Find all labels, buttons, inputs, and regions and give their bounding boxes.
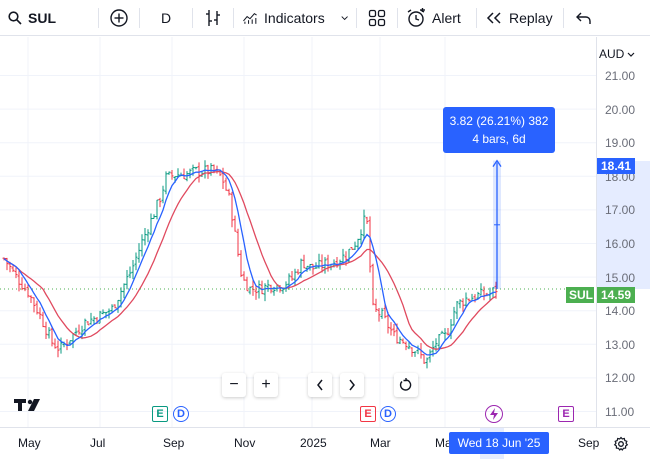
measure-change: 3.82 (26.21%) 382 — [449, 114, 549, 128]
measure-tooltip: 3.82 (26.21%) 382 4 bars, 6d — [443, 107, 555, 153]
alert-button[interactable]: Alert — [398, 0, 476, 36]
bars-chart-icon — [206, 9, 220, 26]
indicators-button[interactable]: Indicators — [234, 0, 356, 36]
plus-circle-icon — [110, 8, 128, 27]
currency-selector[interactable]: AUD — [599, 47, 635, 61]
chevron-down-icon — [627, 52, 635, 57]
fast-moving-average-line — [3, 169, 497, 356]
price-tick-label: 15.00 — [605, 270, 636, 285]
reset-chart-button[interactable] — [394, 373, 418, 397]
alarm-clock-icon — [407, 7, 425, 27]
price-plot[interactable]: 3.82 (26.21%) 382 4 bars, 6d SUL − + E D… — [0, 37, 596, 427]
currency-label: AUD — [599, 47, 625, 61]
price-tick-label: 12.00 — [605, 371, 636, 386]
tradingview-logo — [14, 399, 40, 411]
price-tick-label: 14.00 — [605, 304, 636, 319]
slow-moving-average-line — [3, 170, 497, 350]
replay-button[interactable]: Replay — [477, 0, 563, 36]
interval-label: D — [160, 9, 172, 26]
indicators-icon — [243, 12, 257, 24]
dividend-event-marker[interactable]: D — [173, 406, 189, 422]
price-axis[interactable]: AUD 21.00 20.00 19.00 18.00 17.00 16.00 15.00 1… — [596, 37, 650, 427]
time-tick-label: May — [18, 436, 41, 450]
reset-icon — [399, 378, 412, 391]
symbol-price-label: SUL — [566, 287, 594, 303]
time-tick-label: Jul — [90, 436, 106, 450]
plus-icon: + — [261, 376, 271, 393]
time-axis[interactable]: May Jul Sep Nov 2025 Mar Ma Sep Wed 18 Jun '25 — [0, 427, 650, 459]
time-tick-label: Mar — [370, 436, 391, 450]
crosshair-date-label: Wed 18 Jun '25 — [449, 432, 549, 454]
undo-button[interactable] — [564, 0, 604, 36]
search-icon — [8, 10, 22, 25]
scroll-left-button[interactable] — [308, 373, 332, 397]
undo-icon — [576, 12, 591, 24]
rewind-icon — [486, 11, 501, 24]
price-tick-label: 17.00 — [605, 203, 636, 218]
minus-icon: − — [229, 376, 239, 393]
future-earnings-marker[interactable]: E — [558, 406, 574, 422]
chart-area[interactable]: 3.82 (26.21%) 382 4 bars, 6d SUL − + E D… — [0, 37, 650, 459]
chevron-right-icon — [349, 379, 355, 391]
indicators-label: Indicators — [264, 9, 325, 26]
layout-button[interactable] — [357, 0, 397, 36]
lightning-icon — [490, 408, 498, 420]
symbol-name: SUL — [28, 9, 56, 26]
last-price-tag: 14.59 — [597, 287, 635, 303]
price-tick-label: 11.00 — [605, 405, 635, 419]
price-chart-svg[interactable] — [0, 37, 596, 427]
time-tick-label: Sep — [163, 436, 185, 450]
chart-settings-button[interactable] — [610, 433, 632, 455]
chevron-left-icon — [317, 379, 323, 391]
zoom-out-button[interactable]: − — [222, 373, 246, 397]
split-event-marker[interactable] — [485, 405, 503, 423]
time-tick-label: 2025 — [300, 436, 327, 450]
interval-button[interactable]: D — [140, 0, 192, 36]
gear-icon — [613, 436, 629, 451]
dividend-event-marker[interactable]: D — [380, 406, 396, 422]
chart-nav-buttons: − + — [222, 373, 418, 397]
time-tick-label: Sep — [578, 436, 600, 450]
earnings-event-marker[interactable]: E — [152, 406, 168, 422]
replay-label: Replay — [509, 9, 553, 26]
chevron-down-icon — [341, 15, 348, 20]
compare-button[interactable] — [99, 0, 139, 36]
measure-bars: 4 bars, 6d — [472, 132, 526, 146]
price-tick-label: 21.00 — [605, 69, 636, 83]
time-tick-label: Nov — [234, 436, 256, 450]
price-tick-label: 19.00 — [605, 136, 636, 151]
alert-label: Alert — [432, 9, 461, 26]
target-price-tag: 18.41 — [597, 158, 635, 174]
symbol-search[interactable]: SUL — [0, 0, 98, 36]
earnings-event-marker[interactable]: E — [360, 406, 376, 422]
top-toolbar: SUL D Indicators Alert Replay — [0, 0, 650, 36]
grid-layout-icon — [368, 9, 386, 26]
chart-type-button[interactable] — [193, 0, 233, 36]
scroll-right-button[interactable] — [340, 373, 364, 397]
price-tick-label: 16.00 — [605, 237, 636, 251]
price-tick-label: 13.00 — [605, 337, 636, 352]
price-tick-label: 20.00 — [605, 102, 636, 117]
zoom-in-button[interactable]: + — [254, 373, 278, 397]
